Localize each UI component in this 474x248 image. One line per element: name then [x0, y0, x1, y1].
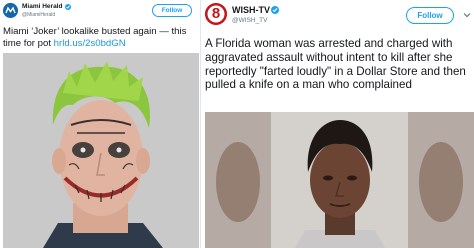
follow-button[interactable]: Follow	[152, 4, 192, 17]
chevron-down-icon[interactable]	[463, 11, 471, 19]
wish-tv-logo-text: 8	[211, 5, 221, 22]
verified-badge-icon	[65, 3, 71, 10]
account-handle[interactable]: @WISH_TV	[232, 17, 268, 24]
woman-mugshot-photo[interactable]	[205, 112, 474, 248]
joker-mugshot-photo[interactable]	[3, 53, 199, 248]
tweet-text: A Florida woman was arrested and charged…	[205, 37, 466, 92]
account-name[interactable]: Miami Herald	[22, 3, 62, 11]
account-handle[interactable]: @MiamiHerald	[22, 12, 55, 18]
wish-tv-avatar[interactable]: 8	[205, 3, 227, 25]
miami-herald-avatar[interactable]	[3, 3, 18, 18]
tweet-text: Miami ‘Joker’ lookalike busted again — t…	[3, 26, 199, 49]
tweet-link[interactable]: hrld.us/2s0bdGN	[54, 38, 126, 49]
verified-badge-icon	[271, 6, 279, 14]
account-name[interactable]: WISH-TV	[232, 5, 270, 15]
wish-tv-tweet: 8 WISH-TV @WISH_TV Follow A Florida woma…	[201, 0, 474, 248]
miami-herald-tweet: Miami Herald @MiamiHerald Follow Miami ‘…	[0, 0, 201, 248]
follow-button[interactable]: Follow	[406, 7, 454, 24]
miami-herald-logo-icon	[3, 3, 18, 18]
